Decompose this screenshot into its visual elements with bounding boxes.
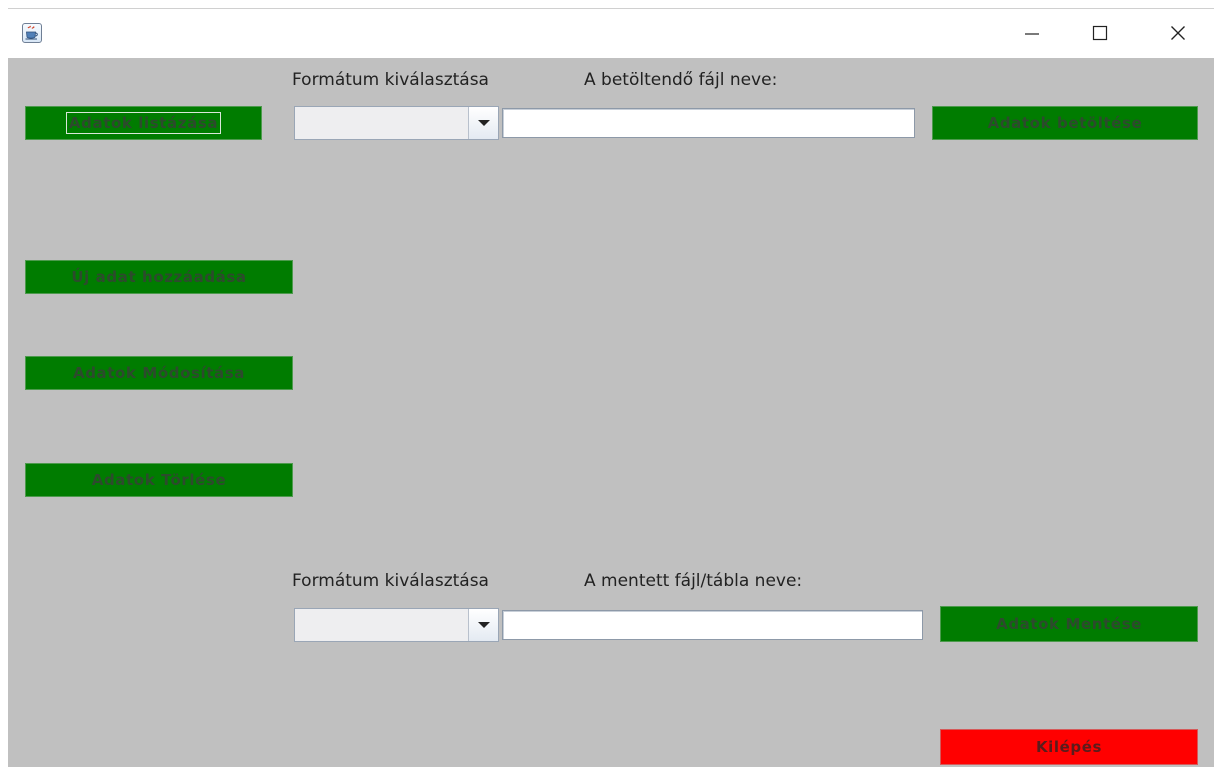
chevron-down-icon [477,622,490,628]
app-window: Formátum kiválasztása A betöltendő fájl … [8,8,1214,767]
save-format-dropdown-button[interactable] [468,609,498,641]
load-format-dropdown-button[interactable] [468,107,498,139]
save-data-button[interactable]: Adatok Mentése [940,606,1198,642]
load-format-label: Formátum kiválasztása [292,70,489,90]
close-button[interactable] [1144,9,1212,57]
save-format-select[interactable] [294,608,499,642]
load-filename-input[interactable] [502,108,915,138]
delete-data-button[interactable]: Adatok Törlése [25,463,293,497]
maximize-icon [1092,25,1108,41]
save-format-label: Formátum kiválasztása [292,571,489,591]
save-filename-label: A mentett fájl/tábla neve: [584,571,803,591]
minimize-icon [1025,33,1039,35]
load-format-select[interactable] [294,106,499,140]
add-data-button[interactable]: Új adat hozzáadása [25,260,293,294]
java-coffee-cup-icon [22,23,42,43]
modify-data-button[interactable]: Adatok Módosítása [25,356,293,390]
maximize-button[interactable] [1066,9,1134,57]
load-filename-label: A betöltendő fájl neve: [584,70,778,90]
exit-button[interactable]: Kilépés [940,729,1198,765]
save-filename-input[interactable] [502,610,923,640]
chevron-down-icon [477,120,490,126]
load-data-button[interactable]: Adatok betöltése [932,106,1198,140]
minimize-button[interactable] [998,9,1066,57]
title-bar[interactable] [8,8,1214,58]
list-data-button-label: Adatok listázása [65,112,222,134]
list-data-button[interactable]: Adatok listázása [25,106,262,140]
close-icon [1171,26,1185,40]
